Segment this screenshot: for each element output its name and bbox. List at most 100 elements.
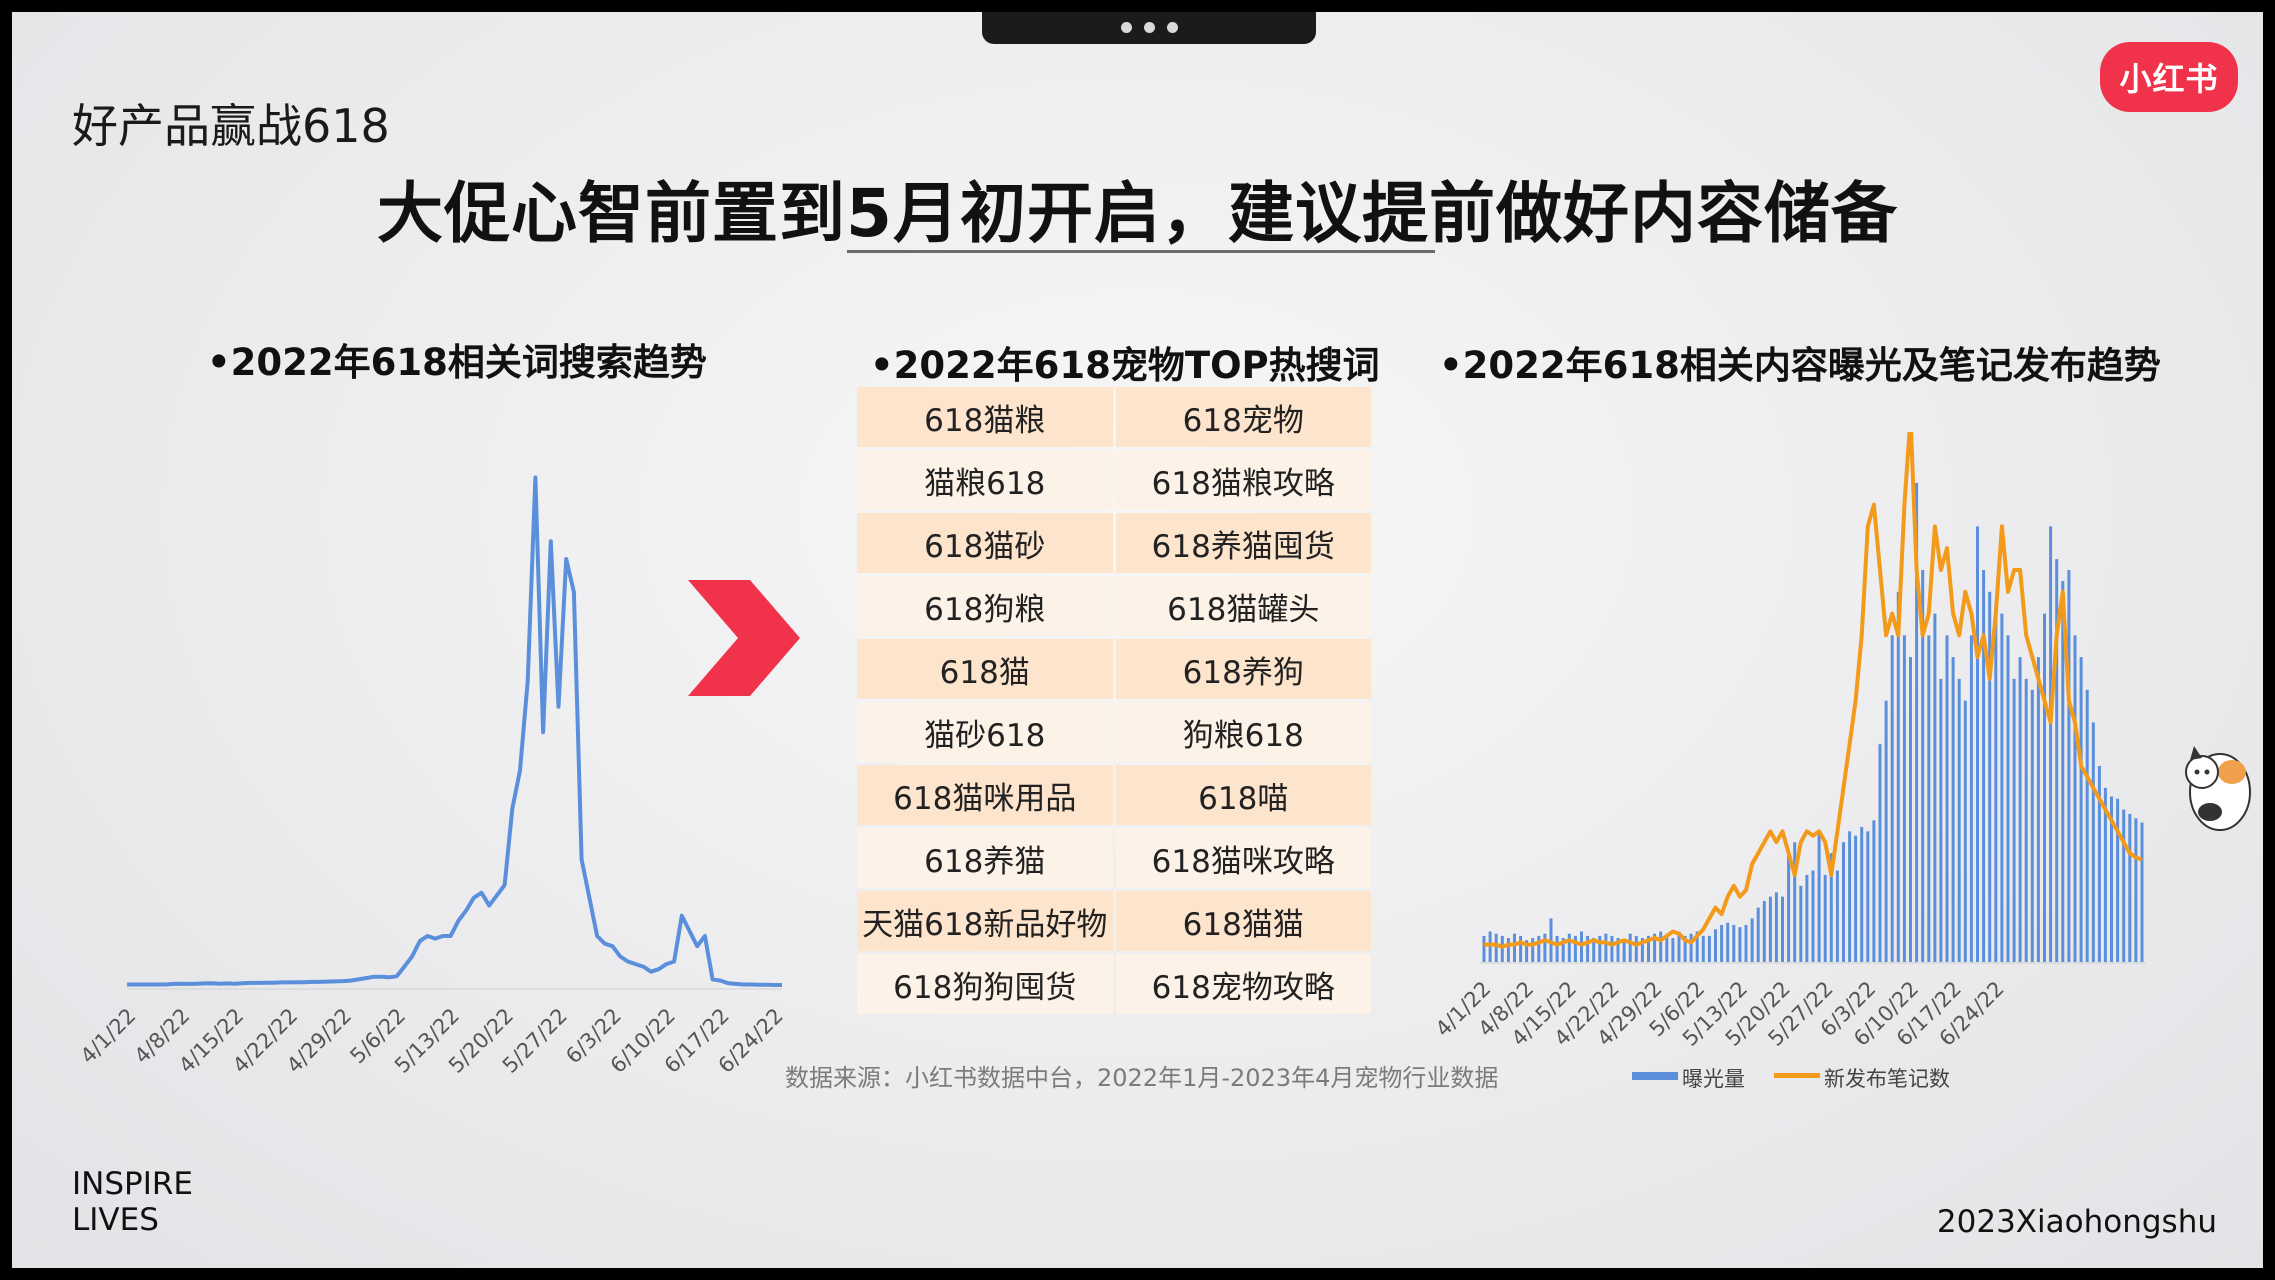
exposure-bar: [1811, 870, 1815, 962]
exposure-bar: [1500, 935, 1504, 962]
exposure-bar: [1805, 874, 1809, 962]
keyword-row: 618狗粮 618猫罐头: [857, 576, 1371, 636]
exposure-bar: [1488, 931, 1492, 962]
exposure-bar: [1823, 874, 1827, 962]
keyword-row: 618猫粮 618宠物: [857, 387, 1371, 447]
dot-icon: [1143, 21, 1155, 33]
exposure-bar: [1586, 935, 1590, 962]
exposure-bar: [2122, 809, 2126, 962]
exposure-bar: [1860, 827, 1864, 962]
exposure-bar: [2024, 678, 2028, 962]
keyword-cell: 618狗狗囤货: [857, 954, 1113, 1014]
exposure-bar: [1665, 935, 1669, 962]
title-divider: [847, 250, 1435, 253]
keyword-cell: 618宠物: [1115, 387, 1371, 447]
exposure-bar: [1982, 570, 1986, 962]
exposure-notes-chart: 4/1/224/8/224/15/224/22/224/29/225/6/225…: [1431, 432, 2146, 1091]
exposure-bar: [2091, 722, 2095, 962]
exposure-bar: [1939, 678, 1943, 962]
exposure-bar: [1884, 700, 1888, 962]
keyword-cell: 狗粮618: [1115, 702, 1371, 762]
exposure-bar: [2140, 822, 2144, 962]
data-source: 数据来源：小红书数据中台，2022年1月-2023年4月宠物行业数据: [785, 1064, 1499, 1092]
x-tick-label: 4/1/22: [76, 1004, 141, 1069]
exposure-bar: [1689, 933, 1693, 962]
exposure-bar: [1482, 935, 1486, 962]
slide-subtitle: 好产品赢战618: [72, 99, 390, 153]
keyword-cell: 618宠物攻略: [1115, 954, 1371, 1014]
exposure-bar: [1872, 820, 1876, 962]
exposure-bar: [1543, 933, 1547, 962]
exposure-bar: [1671, 938, 1675, 962]
exposure-bar: [1799, 885, 1803, 962]
exposure-bar: [1848, 831, 1852, 962]
search-trend-line: [127, 475, 782, 987]
exposure-bar: [2036, 657, 2040, 962]
exposure-bar: [1909, 657, 1912, 962]
exposure-bar: [1842, 842, 1845, 962]
keyword-cell: 618养猫囤货: [1115, 513, 1371, 573]
exposure-bar: [1720, 925, 1724, 962]
footer-slogan: INSPIRE LIVES: [72, 1166, 193, 1238]
exposure-bar: [1762, 901, 1766, 962]
exposure-bar: [1622, 940, 1626, 962]
keyword-row: 猫砂618 狗粮618: [857, 702, 1371, 762]
search-trend-title: •2022年618相关词搜索趋势: [207, 341, 707, 384]
exposure-bar: [1774, 892, 1778, 962]
keyword-row: 618猫咪用品 618喵: [857, 765, 1371, 825]
footer-slogan-line2: LIVES: [72, 1202, 159, 1238]
exposure-bar: [2018, 657, 2022, 962]
exposure-bar: [2116, 798, 2120, 962]
exposure-bar: [2134, 818, 2138, 962]
hot-keywords-title: •2022年618宠物TOP热搜词: [870, 344, 1380, 387]
legend-label-exposure: 曝光量: [1682, 1067, 1745, 1091]
exposure-bar: [1726, 922, 1730, 962]
keyword-cell: 猫粮618: [857, 450, 1113, 510]
exposure-bar: [1610, 935, 1614, 962]
exposure-bar: [1756, 907, 1760, 962]
legend-label-notes: 新发布笔记数: [1824, 1067, 1950, 1091]
keyword-row: 618猫 618养狗: [857, 639, 1371, 699]
exposure-bar: [1878, 744, 1882, 962]
cat-illustration: [2185, 746, 2251, 831]
exposure-bar: [1598, 935, 1602, 962]
keyword-cell: 618猫粮攻略: [1115, 450, 1371, 510]
window-notch[interactable]: [982, 12, 1316, 44]
exposure-bar: [2043, 613, 2046, 962]
exposure-bar: [1787, 853, 1791, 962]
exposure-bar: [2030, 689, 2034, 962]
exposure-bar: [1994, 602, 1998, 962]
exposure-bar: [1732, 925, 1736, 962]
exposure-bar: [1707, 935, 1711, 962]
keyword-row: 618狗狗囤货 618宠物攻略: [857, 954, 1371, 1014]
exposure-bar: [2128, 813, 2132, 962]
exposure-bar: [2085, 689, 2089, 962]
exposure-bar: [1969, 635, 1973, 962]
exposure-bar: [1701, 935, 1705, 962]
exposure-trend-title: •2022年618相关内容曝光及笔记发布趋势: [1439, 344, 2161, 387]
exposure-bar: [1963, 700, 1967, 962]
exposure-bar: [2000, 613, 2004, 962]
exposure-bar: [1781, 896, 1784, 962]
exposure-bar: [1933, 613, 1937, 962]
keyword-row: 猫粮618 618猫粮攻略: [857, 450, 1371, 510]
exposure-bar: [1927, 635, 1931, 962]
keyword-cell: 618养猫: [857, 828, 1113, 888]
keyword-cell: 618猫咪用品: [857, 765, 1113, 825]
exposure-bar: [1628, 933, 1632, 962]
exposure-bar: [1519, 935, 1523, 962]
exposure-bar: [1494, 933, 1498, 962]
exposure-bar: [1506, 938, 1510, 962]
exposure-bar: [2012, 678, 2016, 962]
exposure-bar: [1555, 935, 1559, 962]
exposure-bar: [1604, 933, 1608, 962]
exposure-bar: [2073, 635, 2077, 962]
footer-slogan-line1: INSPIRE: [72, 1166, 193, 1202]
keyword-cell: 618猫砂: [857, 513, 1113, 573]
exposure-bar: [1744, 925, 1748, 962]
keyword-cell: 618猫粮: [857, 387, 1113, 447]
hot-keywords-table: 618猫粮 618宠物 猫粮618 618猫粮攻略 618猫砂 618养猫囤货 618狗粮 6…: [854, 384, 1374, 1017]
exposure-bar: [2049, 526, 2053, 962]
legend-swatch-notes: [1774, 1073, 1820, 1078]
exposure-bar: [1896, 591, 1900, 962]
